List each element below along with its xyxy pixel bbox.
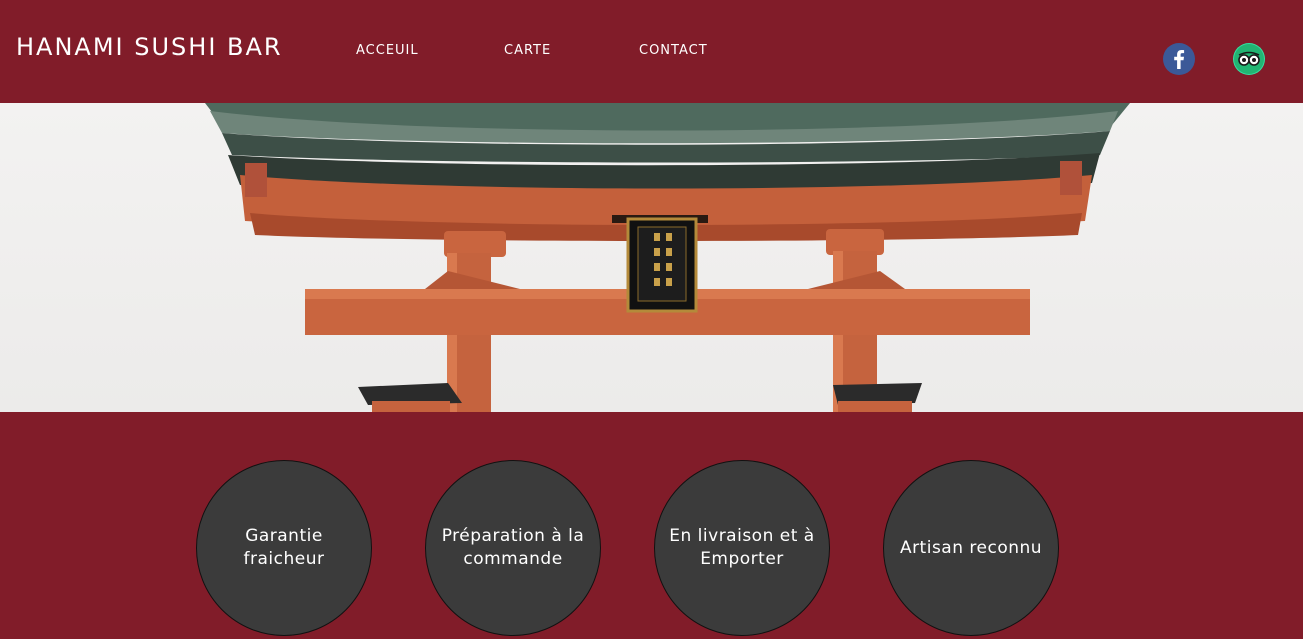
site-header: HANAMI SUSHI BAR ACCEUIL CARTE CONTACT (0, 0, 1303, 103)
tripadvisor-icon[interactable] (1233, 43, 1265, 75)
features-section: Garantie fraicheur Préparation à la comm… (0, 412, 1303, 639)
feature-circle-artisan: Artisan reconnu (883, 460, 1059, 636)
torii-gate-illustration (205, 103, 1130, 412)
feature-circle-livraison: En livraison et à Emporter (654, 460, 830, 636)
feature-circle-preparation: Préparation à la commande (425, 460, 601, 636)
facebook-icon[interactable] (1163, 43, 1195, 75)
feature-circle-fraicheur: Garantie fraicheur (196, 460, 372, 636)
nav-carte[interactable]: CARTE (504, 43, 551, 58)
site-logo[interactable]: HANAMI SUSHI BAR (16, 33, 283, 61)
hero-image (0, 103, 1303, 412)
nav-accueil[interactable]: ACCEUIL (356, 43, 419, 58)
nav-contact[interactable]: CONTACT (639, 43, 708, 58)
